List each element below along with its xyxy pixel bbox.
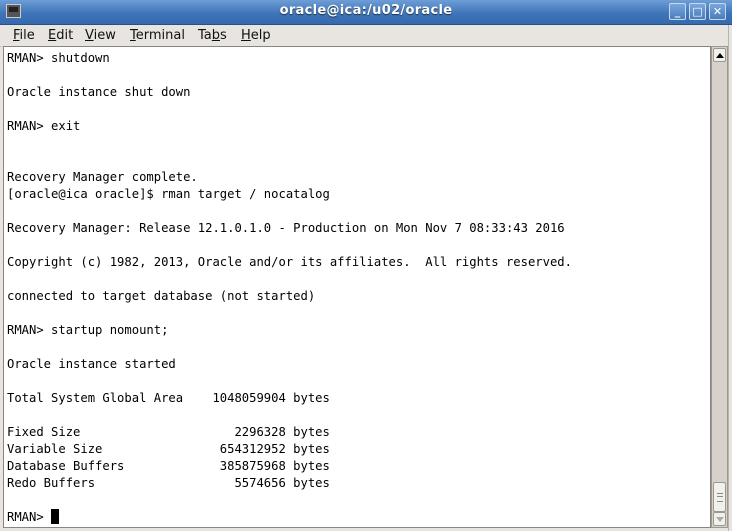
menu-file[interactable]: File — [13, 28, 35, 43]
close-button[interactable]: ✕ — [709, 3, 726, 20]
menu-bar: File Edit View Terminal Tabs Help — [0, 25, 732, 47]
menu-view-mnemonic: V — [85, 28, 94, 43]
menu-edit[interactable]: Edit — [48, 28, 73, 43]
terminal-line: RMAN> startup nomount; — [7, 323, 169, 337]
terminal-line: Recovery Manager complete. — [7, 170, 198, 184]
terminal-line: Variable Size 654312952 bytes — [7, 442, 330, 456]
terminal-line: [oracle@ica oracle]$ rman target / nocat… — [7, 187, 330, 201]
text-cursor — [51, 509, 60, 524]
terminal-line: connected to target database (not starte… — [7, 289, 316, 303]
minimize-button[interactable]: _ — [669, 3, 686, 20]
terminal-line: RMAN> — [7, 509, 60, 526]
terminal-window: oracle@ica:/u02/oracle _ □ ✕ File Edit V… — [0, 0, 732, 531]
window-border — [728, 25, 732, 531]
menu-tabs-label-end: s — [220, 28, 227, 43]
vertical-scrollbar[interactable] — [711, 46, 728, 528]
terminal-line: Oracle instance started — [7, 357, 176, 371]
menu-help-mnemonic: H — [241, 28, 251, 43]
window-title: oracle@ica:/u02/oracle — [279, 3, 453, 18]
menu-tabs-label-start: Ta — [198, 28, 212, 43]
menu-terminal-label: erminal — [135, 28, 185, 43]
terminal-line: Oracle instance shut down — [7, 85, 191, 99]
menu-view-label: iew — [93, 28, 116, 43]
terminal-line: Fixed Size 2296328 bytes — [7, 425, 330, 439]
terminal-line: Total System Global Area 1048059904 byte… — [7, 391, 330, 405]
scroll-up-arrow-icon[interactable] — [713, 48, 726, 62]
terminal-line: RMAN> shutdown — [7, 51, 110, 65]
menu-terminal[interactable]: Terminal — [130, 28, 185, 43]
scroll-down-arrow-icon[interactable] — [713, 512, 726, 526]
terminal-line: Database Buffers 385875968 bytes — [7, 459, 330, 473]
terminal-line: Copyright (c) 1982, 2013, Oracle and/or … — [7, 255, 572, 269]
title-bar[interactable]: oracle@ica:/u02/oracle _ □ ✕ — [0, 0, 732, 25]
menu-file-label: ile — [19, 28, 35, 43]
terminal-output[interactable]: RMAN> shutdown Oracle instance shut down R… — [3, 46, 711, 528]
terminal-line: Recovery Manager: Release 12.1.0.1.0 - P… — [7, 221, 565, 235]
menu-tabs-mnemonic: b — [211, 28, 221, 43]
menu-help-label: elp — [250, 28, 271, 43]
menu-view[interactable]: View — [85, 28, 116, 43]
maximize-button[interactable]: □ — [689, 3, 706, 20]
scrollbar-thumb[interactable] — [713, 482, 726, 512]
menu-edit-mnemonic: E — [48, 28, 57, 43]
menu-tabs[interactable]: Tabs — [198, 28, 227, 43]
terminal-line: RMAN> exit — [7, 119, 81, 133]
menu-edit-label: dit — [56, 28, 74, 43]
terminal-line: Redo Buffers 5574656 bytes — [7, 476, 330, 490]
menu-help[interactable]: Help — [241, 28, 271, 43]
